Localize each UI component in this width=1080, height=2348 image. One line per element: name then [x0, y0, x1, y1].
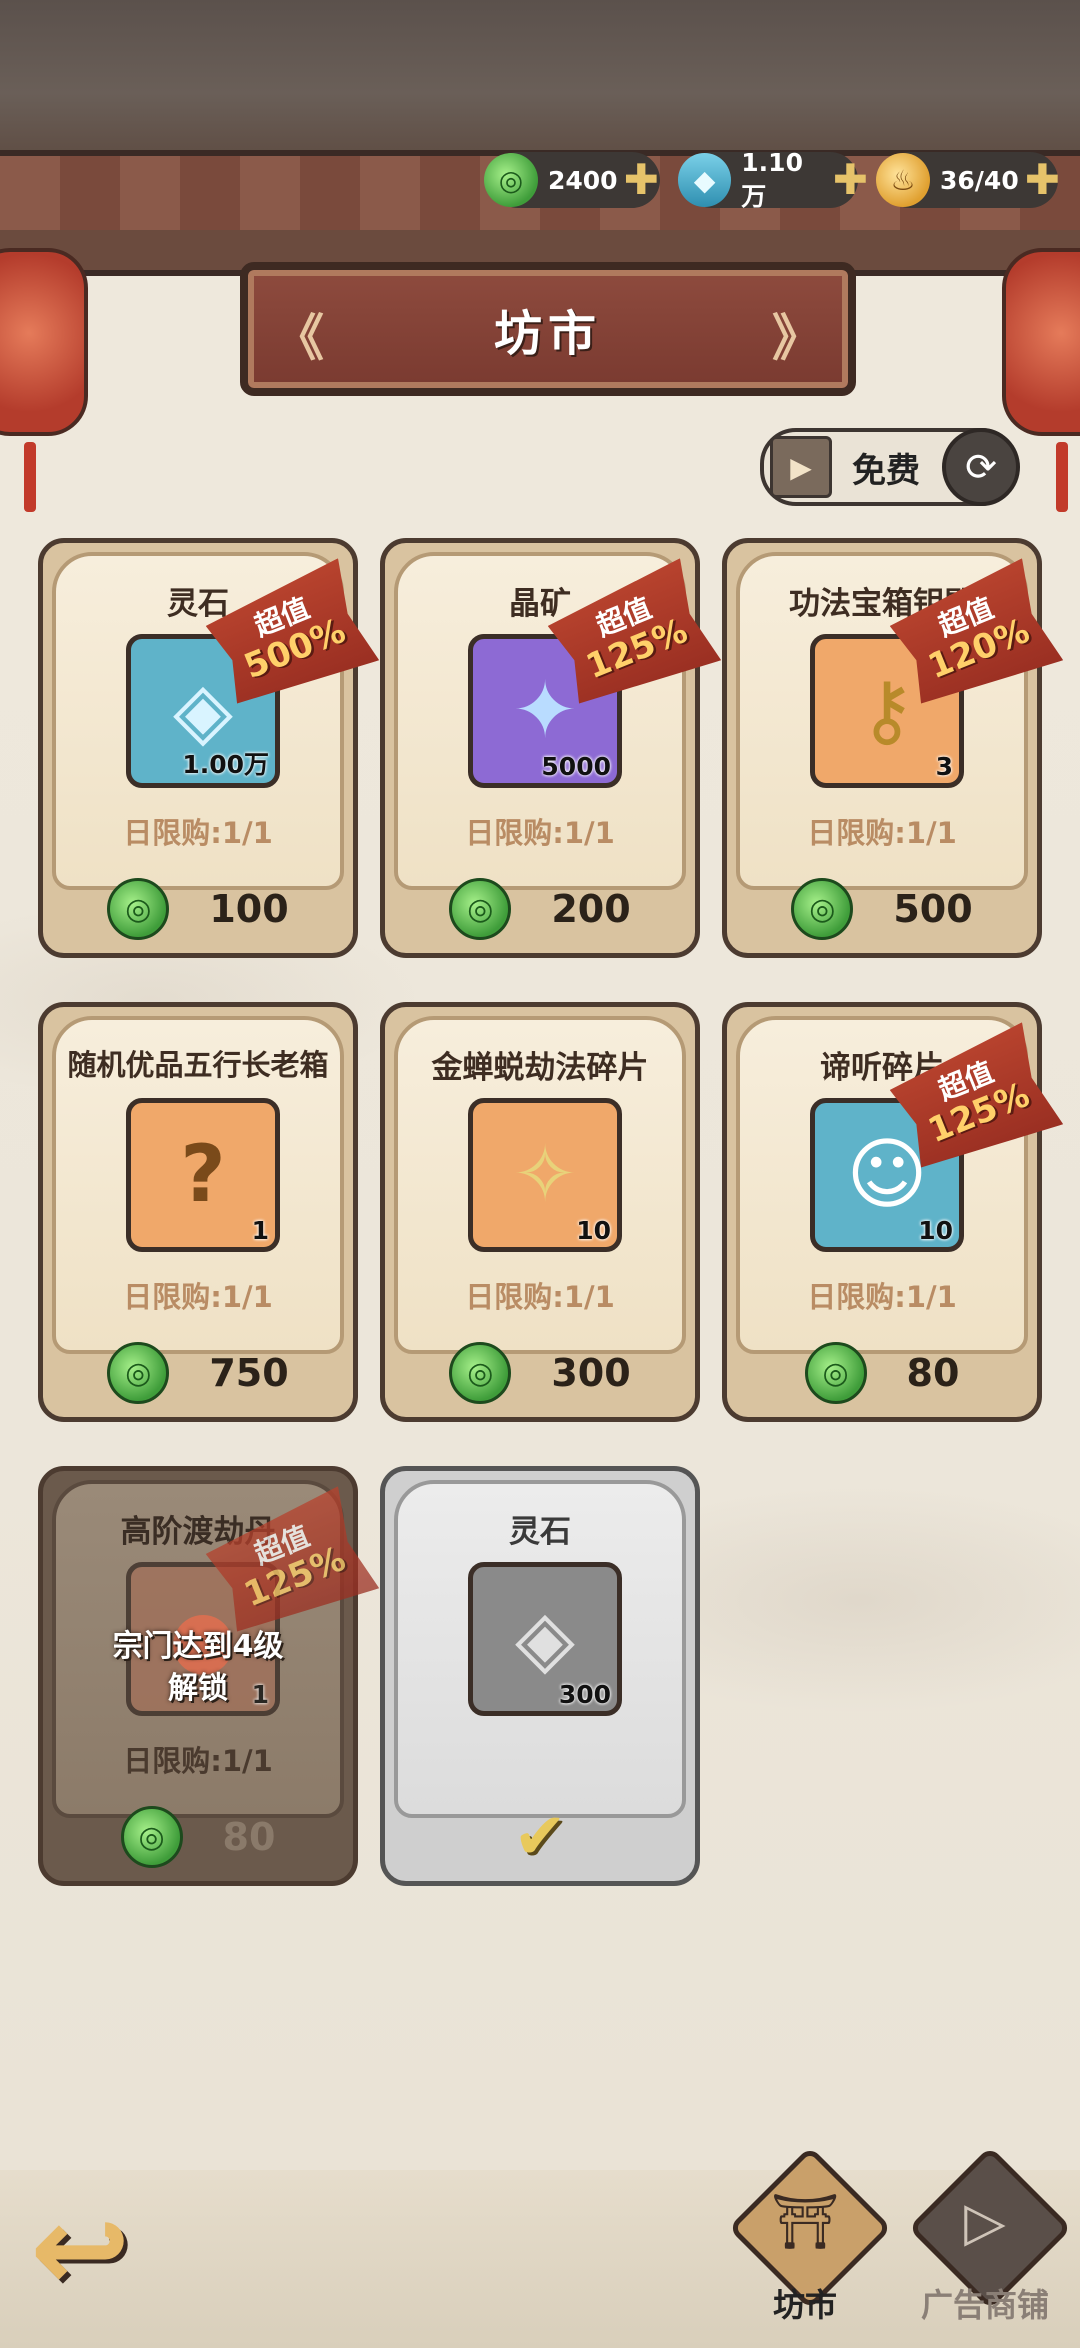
item-name: 金蝉蜕劫法碎片	[431, 1050, 649, 1086]
checkmark-icon: ✔	[513, 1800, 567, 1874]
jade-coin-icon: ◎	[484, 153, 538, 207]
item-quantity: 3	[935, 752, 953, 781]
buy-button[interactable]: ◎ 300	[380, 1338, 700, 1408]
currency-jade-value: 2400	[548, 165, 618, 195]
item-slot[interactable]: ✧ 10	[468, 1098, 622, 1252]
shop-card[interactable]: 功法宝箱钥匙 ⚷ 3 超值 120% 日限购:1/1 ◎ 500	[722, 538, 1042, 958]
crystal-icon: ◆	[678, 153, 732, 207]
jade-coin-icon: ◎	[120, 1806, 183, 1868]
buy-button[interactable]: ◎ 750	[38, 1338, 358, 1408]
video-play-icon: ▷	[964, 2190, 1006, 2253]
jade-coin-icon: ◎	[791, 878, 854, 940]
item-quantity: 300	[558, 1680, 611, 1709]
item-slot[interactable]: ◈ 300	[468, 1562, 622, 1716]
shop-card[interactable]: 灵石 ◈ 1.00万 超值 500% 日限购:1/1 ◎ 100	[38, 538, 358, 958]
currency-crystal-value: 1.10万	[741, 147, 803, 211]
tab-market-label: 坊市	[772, 2286, 837, 2324]
chevron-right-icon: 》	[772, 309, 822, 367]
jade-coin-icon: ◎	[449, 878, 512, 940]
buy-button[interactable]: ◎ 200	[380, 874, 700, 944]
roof-top	[0, 0, 1080, 170]
buy-button[interactable]: ◎ 100	[38, 874, 358, 944]
lock-message: 宗门达到4级 解锁	[112, 1629, 284, 1706]
add-crystal-icon[interactable]: ✚	[833, 159, 868, 201]
item-quantity: 10	[576, 1216, 611, 1245]
jade-coin-icon: ◎	[804, 1342, 867, 1404]
gourd-energy-icon: ♨	[876, 153, 930, 207]
price-value: 750	[209, 1351, 289, 1395]
tab-ad-shop[interactable]: ▷ 广告商铺	[907, 2145, 1073, 2324]
item-quantity: 1	[251, 1216, 269, 1245]
shop-card[interactable]: 随机优品五行长老箱 ? 1 日限购:1/1 ◎ 750	[38, 1002, 358, 1422]
price-value: 500	[893, 887, 973, 931]
free-label: 免费	[852, 450, 920, 491]
daily-limit: 日限购:1/1	[123, 1744, 273, 1778]
price-value: 80	[222, 1815, 276, 1859]
pavilion-icon: ⛩	[770, 2190, 840, 2253]
currency-jade[interactable]: ◎ 2400 ✚	[484, 152, 660, 208]
item-name: 随机优品五行长老箱	[67, 1048, 329, 1082]
daily-limit: 日限购:1/1	[465, 816, 615, 850]
shop-card[interactable]: 晶矿 ✦ 5000 超值 125% 日限购:1/1 ◎ 200	[380, 538, 700, 958]
buy-button[interactable]: ◎ 500	[722, 874, 1042, 944]
item-name: 灵石	[509, 1514, 571, 1550]
price-value: 300	[551, 1351, 631, 1395]
daily-limit: 日限购:1/1	[123, 816, 273, 850]
title-plate: 《 坊市 》	[240, 262, 856, 396]
shop-card[interactable]: 金蝉蜕劫法碎片 ✧ 10 日限购:1/1 ◎ 300	[380, 1002, 700, 1422]
price-value: 80	[906, 1351, 960, 1395]
add-energy-icon[interactable]: ✚	[1025, 159, 1060, 201]
jade-coin-icon: ◎	[449, 1342, 512, 1404]
jade-coin-icon: ◎	[107, 878, 170, 940]
jade-coin-icon: ◎	[107, 1342, 170, 1404]
price-value: 100	[209, 887, 289, 931]
chevron-left-icon: 《	[274, 309, 324, 367]
buy-button[interactable]: ◎ 80	[722, 1338, 1042, 1408]
shop-card-locked[interactable]: 高阶渡劫丹 ● 1 超值 125% 宗门达到4级 解锁 日限购:1/1 ◎ 80	[38, 1466, 358, 1886]
daily-limit: 日限购:1/1	[807, 1280, 957, 1314]
currency-energy[interactable]: ♨ 36/40 ✚	[876, 152, 1060, 208]
shop-card[interactable]: 谛听碎片 ☺ 10 超值 125% 日限购:1/1 ◎ 80	[722, 1002, 1042, 1422]
item-quantity: 10	[918, 1216, 953, 1245]
tab-ad-shop-label: 广告商铺	[920, 2286, 1049, 2324]
shop-card-purchased[interactable]: 灵石 ◈ 300 ✔	[380, 1466, 700, 1886]
item-quantity: 1.00万	[182, 750, 269, 779]
add-jade-icon[interactable]: ✚	[624, 159, 659, 201]
buy-button: ◎ 80	[38, 1802, 358, 1872]
refresh-icon[interactable]: ⟳	[942, 428, 1020, 506]
lantern-left	[0, 248, 88, 512]
tab-market[interactable]: ⛩ 坊市	[727, 2145, 893, 2324]
back-arrow-icon[interactable]: ↩	[30, 2180, 180, 2319]
free-refresh-button[interactable]: ▶ 免费 ⟳	[760, 428, 1020, 506]
page-title: 坊市	[493, 306, 602, 362]
item-slot[interactable]: ? 1	[126, 1098, 280, 1252]
currency-crystal[interactable]: ◆ 1.10万 ✚	[678, 148, 868, 211]
play-video-icon: ▶	[770, 436, 832, 498]
daily-limit: 日限购:1/1	[123, 1280, 273, 1314]
currency-energy-value: 36/40	[940, 165, 1019, 195]
daily-limit: 日限购:1/1	[807, 816, 957, 850]
daily-limit: 日限购:1/1	[465, 1280, 615, 1314]
price-value: 200	[551, 887, 631, 931]
item-quantity: 5000	[541, 752, 611, 781]
lantern-right	[1002, 248, 1080, 512]
